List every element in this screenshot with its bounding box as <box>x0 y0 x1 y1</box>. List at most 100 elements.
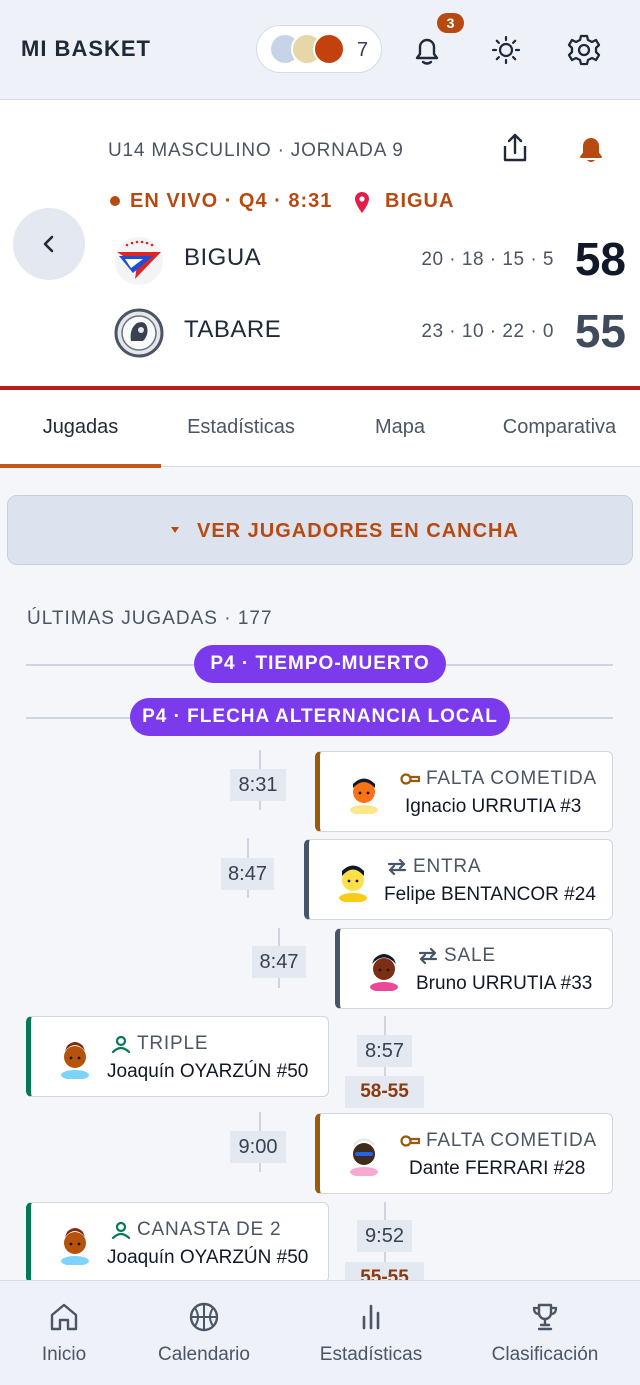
play-card[interactable]: FALTA COMETIDA Dante FERRARI #28 <box>315 1113 613 1194</box>
game-header-card: U14 MASCULINO · JORNADA 9 EN VIVO · Q4 ·… <box>0 100 640 390</box>
play-time: 8:47 <box>252 946 306 978</box>
player-avatar-icon <box>61 1042 89 1079</box>
bar-chart-icon <box>362 1304 380 1330</box>
gear-icon <box>567 34 601 66</box>
tab-bar: Jugadas Estadísticas Mapa Comparativa <box>0 390 640 468</box>
tab-comparativa[interactable]: Comparativa <box>479 416 640 439</box>
bell-icon <box>415 38 439 65</box>
play-card[interactable]: CANASTA DE 2 Joaquín OYARZÚN #50 <box>26 1202 329 1283</box>
home-icon <box>50 1303 78 1331</box>
nav-label: Estadísticas <box>319 1344 423 1365</box>
play-player: Bruno URRUTIA #33 <box>416 973 593 994</box>
nav-label: Clasificación <box>491 1344 599 1365</box>
home-team-name: BIGUA <box>184 244 262 271</box>
period-marker: P4 · TIEMPO-MUERTO <box>194 645 446 683</box>
app-root: MI BASKET 7 3 U14 MASCULINO · JORNADA 9 … <box>0 0 640 1385</box>
app-title: MI BASKET <box>21 36 151 61</box>
play-time: 9:00 <box>230 1131 286 1163</box>
player-avatar-icon <box>350 1138 378 1176</box>
person-icon <box>111 1035 131 1053</box>
away-team-name: TABARE <box>184 316 282 343</box>
play-card[interactable]: TRIPLE Joaquín OYARZÚN #50 <box>26 1016 329 1097</box>
play-card[interactable]: FALTA COMETIDA Ignacio URRUTIA #3 <box>315 751 613 832</box>
player-avatar-icon <box>350 778 378 814</box>
away-team-logo <box>114 308 164 358</box>
bell-filled-icon <box>580 138 602 162</box>
swap-icon <box>387 859 407 875</box>
game-meta: U14 MASCULINO · JORNADA 9 <box>108 140 404 161</box>
nav-label: Inicio <box>41 1344 87 1365</box>
top-bar: MI BASKET 7 3 <box>0 0 640 100</box>
live-status: EN VIVO · Q4 · 8:31 <box>130 190 333 212</box>
play-type: FALTA COMETIDA <box>400 768 597 790</box>
play-time: 8:57 <box>357 1035 412 1067</box>
play-player: Dante FERRARI #28 <box>409 1158 586 1179</box>
sun-icon <box>491 35 521 65</box>
player-avatar-icon <box>61 1228 89 1265</box>
nav-inicio[interactable]: Inicio <box>0 1281 128 1385</box>
notification-badge: 3 <box>437 13 464 33</box>
play-type-label: FALTA COMETIDA <box>426 768 597 789</box>
whistle-icon <box>400 773 420 785</box>
play-card[interactable]: ENTRA Felipe BENTANCOR #24 <box>304 839 613 920</box>
play-type: SALE <box>418 945 496 967</box>
play-type-label: FALTA COMETIDA <box>426 1130 597 1151</box>
nav-label: Calendario <box>158 1344 250 1365</box>
share-button[interactable] <box>497 130 533 171</box>
follow-game-button[interactable] <box>574 132 608 171</box>
avatar <box>313 33 345 65</box>
location-pin-icon <box>355 192 369 213</box>
play-time: 8:31 <box>230 769 286 801</box>
active-tab-indicator <box>0 463 161 468</box>
home-team-logo <box>115 237 163 285</box>
play-type: TRIPLE <box>111 1033 208 1055</box>
play-type: CANASTA DE 2 <box>111 1219 281 1241</box>
away-quarter-scores: 23 · 10 · 22 · 0 <box>421 321 554 342</box>
venue: BIGUA <box>385 190 455 212</box>
play-player: Felipe BENTANCOR #24 <box>384 884 596 905</box>
away-score: 55 <box>574 305 626 357</box>
play-type-label: CANASTA DE 2 <box>137 1219 282 1240</box>
play-type: FALTA COMETIDA <box>400 1130 597 1152</box>
bottom-nav: Inicio Calendario Estadísticas Clasifica… <box>0 1280 640 1385</box>
home-quarter-scores: 20 · 18 · 15 · 5 <box>421 249 554 270</box>
home-team-row[interactable]: BIGUA 20 · 18 · 15 · 5 58 <box>0 228 640 288</box>
away-team-row[interactable]: TABARE 23 · 10 · 22 · 0 55 <box>0 300 640 360</box>
play-player: Ignacio URRUTIA #3 <box>405 796 582 817</box>
followers-count: 7 <box>357 39 369 61</box>
period-marker: P4 · FLECHA ALTERNANCIA LOCAL <box>130 698 510 736</box>
play-time: 8:47 <box>221 858 274 890</box>
on-court-toggle-label: VER JUGADORES EN CANCHA <box>197 520 519 542</box>
play-player: Joaquín OYARZÚN #50 <box>107 1061 309 1082</box>
play-type-label: SALE <box>444 945 496 966</box>
nav-clasificacion[interactable]: Clasificación <box>470 1281 620 1385</box>
caret-down-icon <box>171 527 179 533</box>
on-court-players-toggle[interactable]: VER JUGADORES EN CANCHA <box>7 495 633 565</box>
followers-button[interactable]: 7 <box>256 25 382 73</box>
theme-toggle-button[interactable] <box>484 28 528 72</box>
basketball-icon <box>189 1302 219 1332</box>
whistle-icon <box>400 1135 420 1147</box>
settings-button[interactable] <box>562 28 606 72</box>
person-icon <box>111 1221 131 1239</box>
tab-mapa[interactable]: Mapa <box>321 416 479 439</box>
running-score: 58-55 <box>345 1076 424 1108</box>
play-time: 9:52 <box>357 1220 412 1252</box>
tab-estadisticas[interactable]: Estadísticas <box>161 416 321 439</box>
plays-header: ÚLTIMAS JUGADAS · 177 <box>27 608 273 629</box>
swap-icon <box>418 948 438 964</box>
play-type-label: TRIPLE <box>137 1033 209 1054</box>
play-card[interactable]: SALE Bruno URRUTIA #33 <box>335 928 613 1009</box>
player-avatar-icon <box>370 954 398 991</box>
play-type-label: ENTRA <box>413 856 482 877</box>
nav-calendario[interactable]: Calendario <box>128 1281 280 1385</box>
player-avatar-icon <box>339 865 367 902</box>
nav-estadisticas[interactable]: Estadísticas <box>290 1281 452 1385</box>
trophy-icon <box>532 1303 558 1331</box>
notifications-button[interactable] <box>405 28 449 72</box>
play-type: ENTRA <box>387 856 481 878</box>
share-icon <box>503 133 527 162</box>
home-score: 58 <box>574 233 626 285</box>
play-player: Joaquín OYARZÚN #50 <box>107 1247 309 1268</box>
tab-jugadas[interactable]: Jugadas <box>0 416 161 439</box>
